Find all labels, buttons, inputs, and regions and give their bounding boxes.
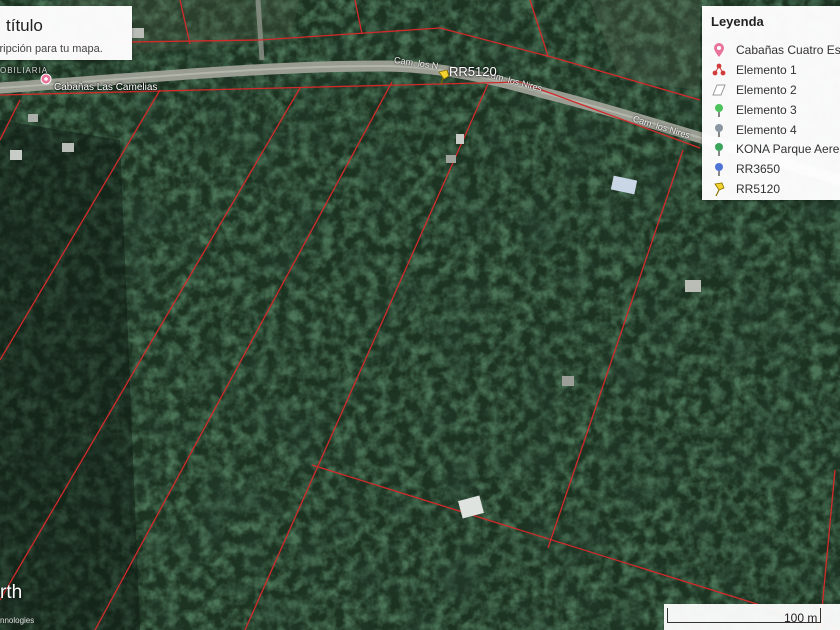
pink-pin-icon <box>714 43 724 57</box>
yellow-pushpin-icon <box>714 182 725 197</box>
map-title-panel[interactable]: título cripción para tu mapa. <box>0 6 132 60</box>
legend-item-label: KONA Parque Aereo <box>736 142 840 156</box>
scale-bar: 100 m <box>664 604 840 630</box>
blue-pin-icon <box>715 163 723 176</box>
legend-item[interactable]: Elemento 4 <box>711 121 840 139</box>
legend-item-label: RR5120 <box>736 182 781 196</box>
legend-item[interactable]: Elemento 2 <box>711 81 840 99</box>
imagery-credit: nnologies <box>0 616 35 625</box>
green-pin-icon <box>715 104 723 117</box>
legend-item-label: Elemento 4 <box>736 123 797 137</box>
house-roof <box>10 150 22 160</box>
house-roof <box>685 280 701 292</box>
dark-slope-area <box>0 120 140 630</box>
legend-item[interactable]: RR3650 <box>711 160 840 178</box>
legend-item-label: Elemento 3 <box>736 103 797 117</box>
legend-item[interactable]: Cabañas Cuatro Es <box>711 41 840 59</box>
white-polygon-icon <box>712 84 726 96</box>
google-earth-logo: rth <box>0 582 23 603</box>
place-label-cabanas[interactable]: Cabañas Las Camelias <box>54 82 157 93</box>
legend-item[interactable]: Elemento 3 <box>711 101 840 119</box>
house-roof <box>62 143 74 152</box>
red-dots-icon <box>712 63 726 76</box>
green-pin-icon <box>715 143 723 156</box>
legend-panel: Leyenda Cabañas Cuatro Es Elemento 1 Ele… <box>702 6 840 200</box>
legend-item-label: Cabañas Cuatro Es <box>736 43 840 57</box>
marker-label-rr5120[interactable]: RR5120 <box>449 64 497 79</box>
legend-item-label: Elemento 1 <box>736 63 797 77</box>
scale-label: 100 m <box>784 611 818 625</box>
house-roof <box>130 28 144 38</box>
legend-item[interactable]: RR5120 <box>711 180 840 198</box>
place-marker-cabanas-las-camelias[interactable] <box>40 73 52 85</box>
legend-item[interactable]: Elemento 1 <box>711 61 840 79</box>
place-label-fragment: OBILIARIA <box>0 66 49 75</box>
legend-item-label: Elemento 2 <box>736 83 797 97</box>
legend-item-label: RR3650 <box>736 162 781 176</box>
map-description: cripción para tu mapa. <box>0 43 103 55</box>
house-roof <box>28 114 38 122</box>
house-roof <box>562 376 574 386</box>
legend-title: Leyenda <box>711 14 764 29</box>
house-roof <box>456 134 464 144</box>
house-roof <box>446 155 456 163</box>
legend-item[interactable]: KONA Parque Aereo <box>711 140 840 158</box>
map-title: título <box>6 16 43 35</box>
gray-pin-icon <box>715 124 723 137</box>
